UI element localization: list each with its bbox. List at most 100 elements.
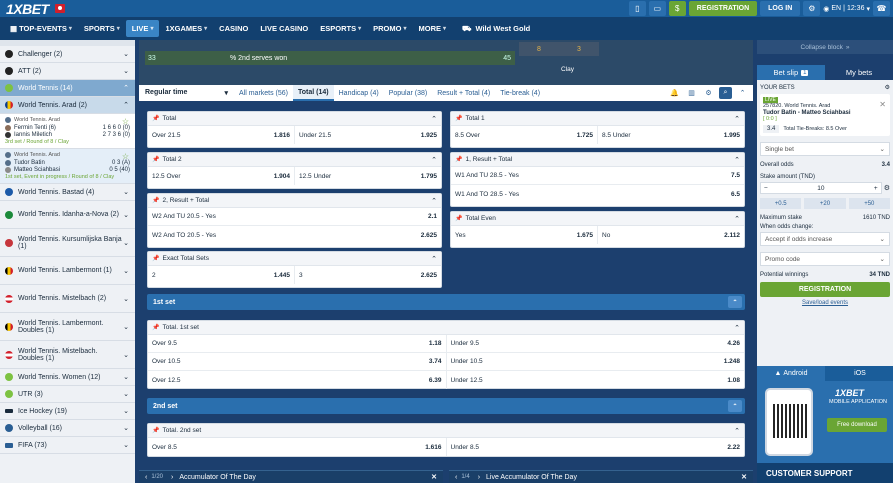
odd-cell[interactable]: W2 And TU 20.5 - Yes 2.1 bbox=[148, 208, 441, 225]
nav-1xgames[interactable]: 1XGAMES ▾ bbox=[159, 20, 213, 37]
match-card[interactable]: World Tennis. Arad ☆ Fermin Tenti (6) 1 6… bbox=[0, 114, 135, 149]
chevron-up-icon[interactable]: ⌃ bbox=[728, 400, 742, 412]
odd-cell[interactable]: 2 1.445 bbox=[148, 266, 294, 284]
mobile-icon[interactable]: ▯ bbox=[628, 1, 646, 16]
odd-cell[interactable]: 8.5 Over 1.725 bbox=[451, 126, 597, 144]
sidebar-item-ice-hockey[interactable]: Ice Hockey (19) ⌄ bbox=[0, 403, 135, 420]
pin-icon[interactable]: 📌 bbox=[152, 197, 159, 204]
gear-icon[interactable]: ⚙ bbox=[803, 1, 821, 16]
sidebar-item-lambermont-doubles[interactable]: World Tennis. Lambermont. Doubles (1) ⌄ bbox=[0, 313, 135, 341]
pin-icon[interactable]: 📌 bbox=[152, 427, 159, 434]
period-selector[interactable]: Regular time ▾ bbox=[139, 89, 234, 97]
pin-icon[interactable]: 📌 bbox=[152, 255, 159, 262]
odd-cell[interactable]: 12.5 Over 1.904 bbox=[148, 167, 294, 185]
section-1st-set[interactable]: 1st set ⌃ bbox=[147, 294, 745, 310]
odd-cell[interactable]: Yes 1.675 bbox=[451, 226, 597, 244]
sidebar-item-mistelbach[interactable]: World Tennis. Mistelbach (2) ⌄ bbox=[0, 285, 135, 313]
sidebar-item-fifa[interactable]: FIFA (73) ⌄ bbox=[0, 437, 135, 454]
section-2nd-set[interactable]: 2nd set ⌃ bbox=[147, 398, 745, 414]
columns-icon[interactable]: ▥ bbox=[685, 87, 698, 99]
chevron-left-icon[interactable]: ‹ bbox=[145, 474, 147, 481]
odd-cell[interactable]: Over 8.5 1.616 bbox=[148, 438, 446, 456]
sidebar-item-challenger[interactable]: Challenger (2) ⌄ bbox=[0, 46, 135, 63]
tab-result-total[interactable]: Result + Total (4) bbox=[432, 85, 495, 101]
chevron-left-icon[interactable]: ‹ bbox=[455, 474, 457, 481]
chevron-up-icon[interactable]: ⌃ bbox=[431, 115, 437, 123]
tab-total[interactable]: Total (14) bbox=[293, 85, 334, 101]
match-card-active[interactable]: World Tennis. Arad ☆ Tudor Batin 0 3 (A) … bbox=[0, 149, 135, 184]
sidebar-item-utr[interactable]: UTR (3) ⌄ bbox=[0, 386, 135, 403]
odd-cell[interactable]: Under 21.5 1.925 bbox=[294, 126, 441, 144]
odd-cell[interactable]: Over 10.5 3.74 bbox=[148, 353, 446, 370]
sidebar-item-world-tennis-arad[interactable]: World Tennis. Arad (2) ⌃ bbox=[0, 97, 135, 114]
odd-cell[interactable]: Under 9.5 4.26 bbox=[445, 335, 745, 352]
chevron-up-icon[interactable]: ⌃ bbox=[734, 115, 740, 123]
gear-icon[interactable]: ⚙ bbox=[884, 184, 890, 192]
sidebar-item-kursumlijska[interactable]: World Tennis. Kursumlijska Banja (1) ⌄ bbox=[0, 229, 135, 257]
sidebar-item-women[interactable]: World Tennis. Women (12) ⌄ bbox=[0, 369, 135, 386]
chevron-up-icon[interactable]: ⌃ bbox=[728, 296, 742, 308]
odd-cell[interactable]: 3 2.625 bbox=[294, 266, 441, 284]
chevron-up-icon[interactable]: ⌃ bbox=[734, 427, 740, 435]
sidebar-item-idanha[interactable]: World Tennis. Idanha-a-Nova (2) ⌄ bbox=[0, 201, 135, 229]
odd-cell[interactable]: No 2.112 bbox=[597, 226, 744, 244]
pin-icon[interactable]: 📌 bbox=[455, 115, 462, 122]
odd-cell[interactable]: W1 And TO 28.5 - Yes 6.5 bbox=[451, 185, 744, 203]
pin-icon[interactable]: 📌 bbox=[455, 215, 462, 222]
stake-stepper[interactable]: −10 + bbox=[760, 182, 882, 194]
odds-change-select[interactable]: Accept if odds increase ⌄ bbox=[760, 232, 890, 246]
registration-button[interactable]: REGISTRATION bbox=[688, 1, 758, 16]
tab-handicap[interactable]: Handicap (4) bbox=[334, 85, 384, 101]
odd-cell[interactable]: 12.5 Under 1.795 bbox=[294, 167, 441, 185]
odd-cell[interactable]: W2 And TO 20.5 - Yes 2.625 bbox=[148, 226, 441, 244]
save-load-events-link[interactable]: Save/load events bbox=[760, 300, 890, 306]
close-icon[interactable]: ✕ bbox=[741, 473, 747, 481]
accumulator-of-the-day[interactable]: ‹ 1/20 › Accumulator Of The Day ✕ bbox=[139, 470, 443, 483]
nav-casino[interactable]: CASINO bbox=[213, 20, 254, 37]
close-icon[interactable]: ✕ bbox=[879, 100, 886, 109]
gear-icon[interactable]: ⚙ bbox=[702, 87, 715, 99]
odd-cell[interactable]: Over 9.5 1.18 bbox=[148, 335, 446, 352]
pin-icon[interactable]: 📌 bbox=[152, 324, 159, 331]
tab-all-markets[interactable]: All markets (56) bbox=[234, 85, 293, 101]
bell-icon[interactable]: 🔔 bbox=[668, 87, 681, 99]
dollar-icon[interactable]: $ bbox=[668, 1, 686, 16]
tab-tie-break[interactable]: Tie-break (4) bbox=[495, 85, 545, 101]
chevron-up-icon[interactable]: ⌃ bbox=[431, 255, 437, 263]
search-icon[interactable]: ⌕ bbox=[719, 87, 732, 99]
bet-type-select[interactable]: Single bet ⌄ bbox=[760, 142, 890, 156]
sidebar-item-world-tennis[interactable]: World Tennis (14) ⌃ bbox=[0, 80, 135, 97]
sidebar-item-bastad[interactable]: World Tennis. Bastad (4) ⌄ bbox=[0, 184, 135, 201]
quick-stake-button[interactable]: +0.5 bbox=[760, 198, 802, 209]
desktop-icon[interactable]: ▭ bbox=[648, 1, 666, 16]
plus-icon[interactable]: + bbox=[874, 185, 878, 192]
collapse-block-button[interactable]: Collapse block» bbox=[757, 40, 893, 54]
login-button[interactable]: LOG IN bbox=[760, 1, 801, 16]
tab-ios[interactable]: iOS bbox=[825, 366, 893, 381]
collapse-icon[interactable]: ⌃ bbox=[736, 87, 749, 99]
chevron-up-icon[interactable]: ⌃ bbox=[734, 215, 740, 223]
live-accumulator-of-the-day[interactable]: ‹ 1/4 › Live Accumulator Of The Day ✕ bbox=[449, 470, 753, 483]
odd-cell[interactable]: Under 8.5 2.22 bbox=[445, 438, 745, 456]
nav-sports[interactable]: SPORTS ▾ bbox=[78, 20, 126, 37]
nav-promo[interactable]: PROMO ▾ bbox=[367, 20, 412, 37]
tab-my-bets[interactable]: My bets bbox=[825, 65, 893, 80]
chevron-right-icon[interactable]: › bbox=[171, 474, 173, 481]
chevron-right-icon[interactable]: › bbox=[478, 474, 480, 481]
odd-cell[interactable]: 8.5 Under 1.995 bbox=[597, 126, 744, 144]
sidebar-item-lambermont[interactable]: World Tennis. Lambermont (1) ⌄ bbox=[0, 257, 135, 285]
sidebar-item-att[interactable]: ATT (2) ⌄ bbox=[0, 63, 135, 80]
nav-top-events[interactable]: ▦ TOP-EVENTS ▾ bbox=[4, 20, 78, 37]
odd-cell[interactable]: Over 12.5 6.39 bbox=[148, 371, 446, 389]
nav-live[interactable]: LIVE ▾ bbox=[125, 20, 160, 37]
tab-android[interactable]: ▲ Android bbox=[757, 366, 825, 381]
star-icon[interactable]: ☆ bbox=[122, 152, 129, 161]
headset-icon[interactable]: ☎ bbox=[873, 1, 890, 16]
pin-icon[interactable]: 📌 bbox=[455, 156, 462, 163]
close-icon[interactable]: ✕ bbox=[431, 473, 437, 481]
pin-icon[interactable]: 📌 bbox=[152, 156, 159, 163]
star-icon[interactable]: ☆ bbox=[122, 117, 129, 126]
odd-cell[interactable]: W1 And TU 28.5 - Yes 7.5 bbox=[451, 167, 744, 184]
nav-more[interactable]: MORE ▾ bbox=[412, 20, 452, 37]
language-selector[interactable]: ◉ EN | 12:36 ▾ bbox=[823, 5, 870, 13]
